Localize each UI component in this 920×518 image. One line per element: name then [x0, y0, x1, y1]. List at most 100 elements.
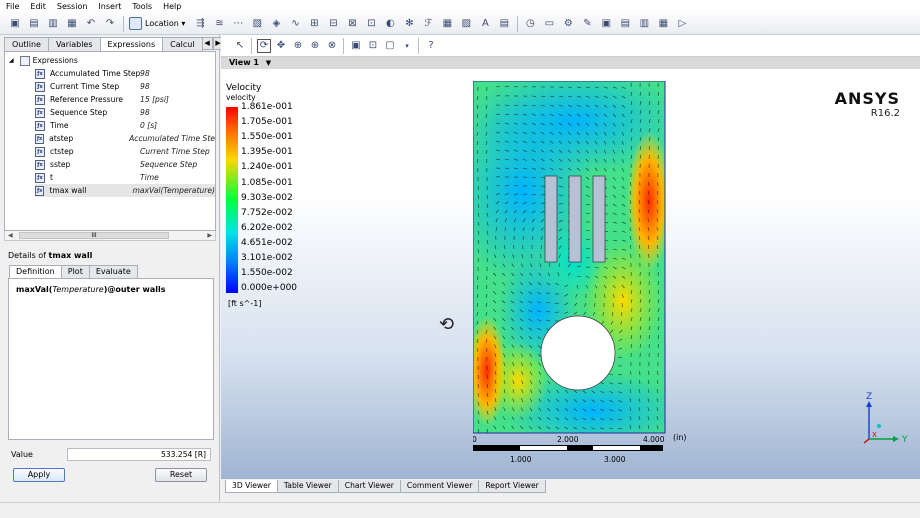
fin-3 — [592, 175, 606, 263]
streamline-icon[interactable]: ≋ — [212, 17, 226, 31]
view-selector[interactable]: View 1 ▼ — [221, 57, 920, 69]
tree-item[interactable]: ƒx atstep Accumulated Time Ste — [35, 132, 215, 145]
tree-item[interactable]: ƒx t Time — [35, 171, 215, 184]
whats-this-icon[interactable]: ? — [424, 39, 438, 53]
turbo-icon[interactable]: ✻ — [402, 17, 416, 31]
quick-editor-icon[interactable]: ⚙ — [561, 17, 575, 31]
layout-chevron-down-icon[interactable]: ▾ — [400, 39, 414, 53]
rotate-icon[interactable]: ⟳ — [257, 38, 271, 53]
tab-expressions[interactable]: Expressions — [99, 37, 164, 52]
menu-session[interactable]: Session — [57, 2, 88, 11]
function-calculator-icon[interactable]: ▣ — [599, 17, 613, 31]
tree-item-value: Current Time Step — [140, 147, 210, 156]
viewport-layout-icon[interactable]: ▢ — [383, 39, 397, 53]
velocity-legend: Velocity velocity 1.861e-001 1.705e-001 1.… — [226, 83, 316, 313]
apply-button[interactable]: Apply — [13, 468, 65, 482]
chart-icon[interactable]: ▨ — [459, 17, 473, 31]
zoom-box-icon[interactable]: ⊕ — [308, 39, 322, 53]
tab-definition[interactable]: Definition — [9, 265, 62, 279]
table-icon[interactable]: ▦ — [440, 17, 454, 31]
expression-icon: ƒx — [35, 81, 45, 92]
tab-plot[interactable]: Plot — [60, 265, 90, 278]
text-icon[interactable]: A — [478, 17, 492, 31]
animation-icon[interactable]: ▭ — [542, 17, 556, 31]
reset-button[interactable]: Reset — [155, 468, 207, 482]
ruler-unit: (in) — [673, 433, 687, 442]
tree-root-label: Expressions — [32, 56, 78, 65]
vector-icon[interactable]: ⇶ — [193, 17, 207, 31]
location-label: Location — [145, 19, 179, 28]
expression-icon: ƒx — [35, 172, 45, 183]
3d-viewport[interactable]: Velocity velocity 1.861e-001 1.705e-001 1.… — [221, 69, 920, 479]
legend-tick-label: 1.085e-001 — [241, 177, 293, 188]
scrollbar-thumb[interactable]: III — [19, 232, 169, 239]
view-dropdown-icon[interactable]: ▼ — [266, 59, 271, 67]
surface-group-icon[interactable]: ⊟ — [326, 17, 340, 31]
probe-icon[interactable]: ✎ — [580, 17, 594, 31]
case-comparison-icon[interactable]: ▦ — [656, 17, 670, 31]
print-icon[interactable]: ▦ — [65, 17, 79, 31]
legend-tick-label: 1.550e-002 — [241, 268, 293, 279]
tree-item-name: t — [50, 173, 53, 182]
tree-item-value: 98 — [140, 69, 150, 78]
collapse-icon[interactable]: ◢ — [9, 57, 14, 64]
tab-chart-viewer[interactable]: Chart Viewer — [337, 480, 401, 493]
command-editor-icon[interactable]: ▷ — [675, 17, 689, 31]
zoom-fit-icon[interactable]: ⊗ — [325, 39, 339, 53]
scroll-left-arrow-icon[interactable]: ◀ — [8, 231, 13, 240]
fit-view-icon[interactable]: ▣ — [349, 39, 363, 53]
macro-calculator-icon[interactable]: ▤ — [618, 17, 632, 31]
tab-table-viewer[interactable]: Table Viewer — [276, 480, 339, 493]
tree-item[interactable]: ƒx Reference Pressure 15 [psi] — [35, 93, 215, 106]
tab-report-viewer[interactable]: Report Viewer — [478, 480, 546, 493]
menu-edit[interactable]: Edit — [30, 2, 46, 11]
save-icon[interactable]: ▥ — [46, 17, 60, 31]
isovolume-icon[interactable]: ◐ — [383, 17, 397, 31]
legend-icon[interactable]: ▤ — [497, 17, 511, 31]
isosurface-icon[interactable]: ◈ — [269, 17, 283, 31]
menu-insert[interactable]: Insert — [98, 2, 121, 11]
tree-item[interactable]: ƒx Current Time Step 98 — [35, 80, 215, 93]
menu-tools[interactable]: Tools — [132, 2, 152, 11]
definition-editor[interactable]: maxVal(Temperature)@outer walls — [8, 278, 214, 440]
tab-comment-viewer[interactable]: Comment Viewer — [399, 480, 480, 493]
redo-icon[interactable]: ↷ — [103, 17, 117, 31]
tab-calculators[interactable]: Calcul — [162, 37, 203, 51]
tab-scroll-left-button[interactable]: ◀ — [201, 37, 213, 50]
particle-track-icon[interactable]: ⋯ — [231, 17, 245, 31]
polyline-icon[interactable]: ∿ — [288, 17, 302, 31]
contour-icon[interactable]: ⊞ — [307, 17, 321, 31]
tree-root[interactable]: ◢ Expressions — [9, 54, 78, 67]
tree-item[interactable]: ƒx Sequence Step 98 — [35, 106, 215, 119]
surface-icon[interactable]: ⊠ — [345, 17, 359, 31]
zoom-icon[interactable]: ⊕ — [291, 39, 305, 53]
legend-color-bar — [226, 107, 238, 293]
expression-icon[interactable]: ℱ — [421, 17, 435, 31]
load-icon[interactable]: ▤ — [27, 17, 41, 31]
undo-icon[interactable]: ↶ — [84, 17, 98, 31]
pan-icon[interactable]: ✥ — [274, 39, 288, 53]
menu-file[interactable]: File — [6, 2, 19, 11]
select-icon[interactable]: ↖ — [233, 39, 247, 53]
highlight-icon[interactable]: ⊡ — [366, 39, 380, 53]
tree-horizontal-scrollbar[interactable]: ◀ III ▶ — [4, 231, 216, 241]
tree-item[interactable]: ƒx Time 0 [s] — [35, 119, 215, 132]
menu-help[interactable]: Help — [163, 2, 181, 11]
tree-item[interactable]: ƒx ctstep Current Time Step — [35, 145, 215, 158]
legend-tick-label: 3.101e-002 — [241, 253, 293, 263]
tab-3d-viewer[interactable]: 3D Viewer — [225, 480, 278, 493]
scroll-right-arrow-icon[interactable]: ▶ — [207, 231, 212, 240]
tab-outline[interactable]: Outline — [4, 37, 49, 51]
mesh-calculator-icon[interactable]: ▥ — [637, 17, 651, 31]
timestep-icon[interactable]: ◷ — [523, 17, 537, 31]
tree-item[interactable]: ƒx tmax wall maxVal(Temperature) — [35, 184, 215, 197]
tree-item[interactable]: ƒx sstep Sequence Step — [35, 158, 215, 171]
tab-variables[interactable]: Variables — [47, 37, 101, 51]
tab-evaluate[interactable]: Evaluate — [88, 265, 138, 278]
chevron-down-icon: ▾ — [178, 19, 186, 28]
volume-icon[interactable]: ⊡ — [364, 17, 378, 31]
location-menu-button[interactable]: Location ▾ — [129, 17, 185, 30]
volume-rendering-icon[interactable]: ▧ — [250, 17, 264, 31]
tree-item[interactable]: ƒx Accumulated Time Step 98 — [35, 67, 215, 80]
new-icon[interactable]: ▣ — [8, 17, 22, 31]
